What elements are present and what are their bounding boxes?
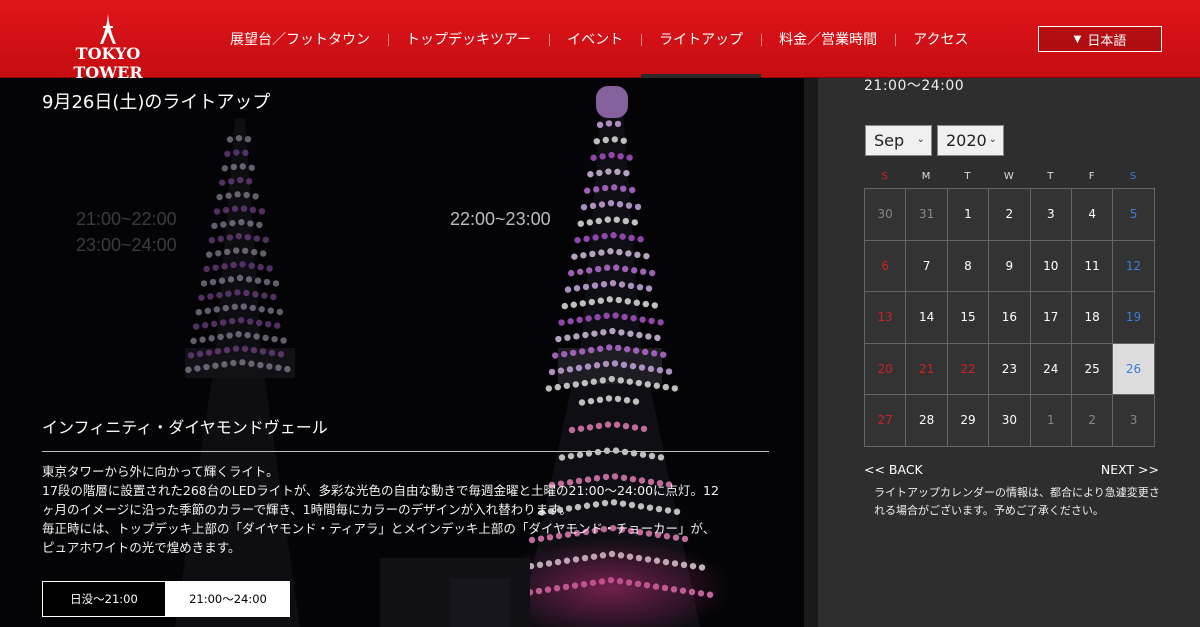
calendar-day[interactable]: 25 <box>1071 343 1114 395</box>
description: 東京タワーから外に向かって輝くライト。 17段の階層に設置された268台のLED… <box>42 462 772 557</box>
calendar-day[interactable]: 29 <box>947 395 990 447</box>
calendar-day[interactable]: 2 <box>989 189 1031 241</box>
chevron-down-icon: ⌄ <box>916 134 925 145</box>
weekday-label: S <box>1129 171 1137 182</box>
tab-sunset-21[interactable]: 日没～21:00 <box>42 581 166 617</box>
month-select[interactable]: Sep ⌄ <box>865 125 932 156</box>
calendar-panel: 21:00～24:00 Sep ⌄ 2020 ⌄ S M T W T F S 3… <box>818 78 1200 627</box>
calendar-day[interactable]: 28 <box>906 395 948 447</box>
description-line: 毎正時には、トップデッキ上部の「ダイヤモンド・ティアラ」とメインデッキ上部の「ダ… <box>42 521 716 536</box>
year-value: 2020 <box>946 131 987 150</box>
main-nav: 展望台／フットタウン トップデッキツアー イベント ライトアップ 料金／営業時間… <box>212 0 986 78</box>
calendar-day[interactable]: 23 <box>989 343 1031 395</box>
weekday-label: T <box>964 171 971 182</box>
calendar-week: 30 31 1 2 3 4 5 <box>865 189 1155 241</box>
calendar-day[interactable]: 21 <box>906 343 948 395</box>
logo-text: TOKYO TOWER <box>73 44 143 82</box>
calendar: S M T W T F S 30 31 1 2 3 4 5 6 7 8 9 10… <box>864 166 1155 447</box>
calendar-note: ライトアップカレンダーの情報は、都合により急遽変更される場合がございます。予めご… <box>874 486 1160 517</box>
calendar-day[interactable]: 15 <box>947 292 990 344</box>
weekday-label: S <box>881 171 888 182</box>
nav-prices-hours[interactable]: 料金／営業時間 <box>761 0 895 78</box>
calendar-day[interactable]: 24 <box>1030 343 1072 395</box>
calendar-pager: << BACK NEXT >> <box>864 462 1159 477</box>
description-line: ピュアホワイトの光で煌めきます。 <box>42 540 241 555</box>
nav-events[interactable]: イベント <box>549 0 641 78</box>
next-month-link[interactable]: NEXT >> <box>1101 462 1159 477</box>
calendar-day[interactable]: 19 <box>1113 292 1155 344</box>
calendar-day[interactable]: 18 <box>1071 292 1114 344</box>
calendar-day[interactable]: 3 <box>1113 395 1155 447</box>
calendar-day[interactable]: 3 <box>1030 189 1072 241</box>
calendar-day[interactable]: 12 <box>1113 240 1155 292</box>
month-value: Sep <box>874 131 905 150</box>
photo-caption-time: 21:00~22:00 <box>76 209 177 229</box>
prev-month-link[interactable]: << BACK <box>864 462 923 477</box>
calendar-day[interactable]: 2 <box>1071 395 1114 447</box>
design-name: インフィニティ・ダイヤモンドヴェール <box>42 418 328 437</box>
lightup-time: 21:00～24:00 <box>864 78 965 94</box>
calendar-day-selected[interactable]: 26 <box>1113 343 1155 395</box>
photo-caption-time: 22:00~23:00 <box>450 209 551 229</box>
calendar-week: 13 14 15 16 17 18 19 <box>865 292 1155 344</box>
page-title: 9月26日(土)のライトアップ <box>42 92 271 113</box>
calendar-day[interactable]: 5 <box>1113 189 1155 241</box>
calendar-day[interactable]: 31 <box>906 189 948 241</box>
calendar-day[interactable]: 1 <box>1030 395 1072 447</box>
calendar-day[interactable]: 27 <box>865 395 907 447</box>
calendar-day[interactable]: 13 <box>865 292 907 344</box>
calendar-day[interactable]: 30 <box>865 189 907 241</box>
calendar-week: 6 7 8 9 10 11 12 <box>865 240 1155 292</box>
weekday-label: M <box>921 171 931 182</box>
chevron-down-icon: ▼ <box>1073 33 1082 45</box>
weekday-label: T <box>1047 171 1054 182</box>
nav-lightup[interactable]: ライトアップ <box>641 0 762 78</box>
site-header: TOKYO TOWER 展望台／フットタウン トップデッキツアー イベント ライ… <box>0 0 1200 82</box>
calendar-day[interactable]: 30 <box>989 395 1031 447</box>
weekday-label: W <box>1003 171 1014 182</box>
nav-top-deck-tour[interactable]: トップデッキツアー <box>388 0 549 78</box>
nav-access[interactable]: アクセス <box>895 0 986 78</box>
calendar-day[interactable]: 1 <box>947 189 990 241</box>
description-line: 17段の階層に設置された268台のLEDライトが、多彩な光色の自由な動きで毎週金… <box>42 483 719 498</box>
calendar-day[interactable]: 8 <box>947 240 990 292</box>
language-label: 日本語 <box>1087 33 1127 49</box>
description-line: 東京タワーから外に向かって輝くライト。 <box>42 464 279 479</box>
lightup-hero: 9月26日(土)のライトアップ 21:00~22:00 23:00~24:00 … <box>0 78 804 627</box>
calendar-day[interactable]: 11 <box>1071 240 1114 292</box>
calendar-day[interactable]: 20 <box>865 343 907 395</box>
language-selector[interactable]: ▼ 日本語 <box>1038 26 1162 52</box>
calendar-grid: 30 31 1 2 3 4 5 6 7 8 9 10 11 12 13 14 1… <box>864 188 1155 447</box>
chevron-down-icon: ⌄ <box>988 134 997 145</box>
time-tabs: 日没～21:00 21:00～24:00 <box>42 581 290 617</box>
year-select[interactable]: 2020 ⌄ <box>937 125 1004 156</box>
calendar-day[interactable]: 10 <box>1030 240 1072 292</box>
calendar-day[interactable]: 6 <box>865 240 907 292</box>
description-line: ヶ月のイメージに沿った季節のカラーで輝き、1時間毎にカラーのデザインが入れ替わり… <box>42 502 572 517</box>
calendar-week: 27 28 29 30 1 2 3 <box>865 395 1155 447</box>
calendar-day[interactable]: 9 <box>989 240 1031 292</box>
calendar-day[interactable]: 22 <box>947 343 990 395</box>
calendar-day[interactable]: 17 <box>1030 292 1072 344</box>
calendar-day[interactable]: 7 <box>906 240 948 292</box>
photo-caption-time: 23:00~24:00 <box>76 235 177 255</box>
tab-21-24[interactable]: 21:00～24:00 <box>166 581 290 617</box>
nav-observatory[interactable]: 展望台／フットタウン <box>212 0 388 78</box>
calendar-week: 20 21 22 23 24 25 26 <box>865 343 1155 395</box>
tokyo-tower-logo[interactable]: TOKYO TOWER <box>40 14 176 82</box>
calendar-day[interactable]: 16 <box>989 292 1031 344</box>
calendar-day[interactable]: 14 <box>906 292 948 344</box>
weekday-label: F <box>1088 171 1095 182</box>
weekday-header: S M T W T F S <box>864 166 1155 188</box>
tower-logo-icon <box>100 14 116 44</box>
divider <box>42 451 769 452</box>
calendar-day[interactable]: 4 <box>1071 189 1114 241</box>
